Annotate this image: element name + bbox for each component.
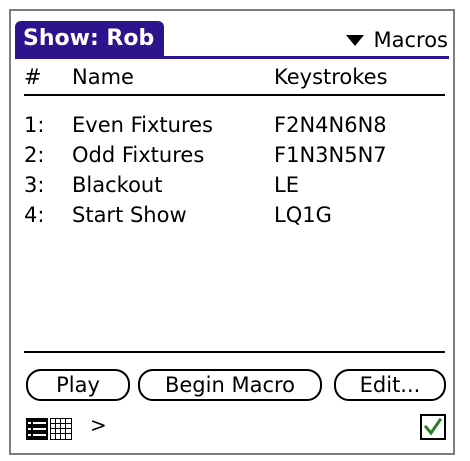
column-header-name: Name: [72, 65, 134, 89]
edit-button[interactable]: Edit...: [334, 369, 446, 401]
table-row[interactable]: 4: Start Show LQ1G: [24, 200, 444, 230]
header-divider: [24, 94, 445, 96]
play-button[interactable]: Play: [26, 369, 130, 401]
row-keystrokes: LE: [274, 173, 299, 197]
table-row[interactable]: 3: Blackout LE: [24, 170, 444, 200]
row-number: 4:: [24, 203, 45, 227]
begin-macro-button[interactable]: Begin Macro: [138, 369, 322, 401]
column-header-keystrokes: Keystrokes: [274, 65, 388, 89]
title-underline: [15, 56, 449, 59]
checkmark-icon: [423, 417, 443, 436]
column-header-number: #: [24, 65, 42, 89]
table-header: # Name Keystrokes: [24, 62, 444, 92]
table-row[interactable]: 2: Odd Fixtures F1N3N5N7: [24, 140, 444, 170]
row-name: Even Fixtures: [72, 113, 213, 137]
list-view-icon[interactable]: [26, 418, 48, 440]
row-number: 2:: [24, 143, 45, 167]
table-row[interactable]: 1: Even Fixtures F2N4N6N8: [24, 110, 444, 140]
row-keystrokes: F1N3N5N7: [274, 143, 387, 167]
row-number: 3:: [24, 173, 45, 197]
row-name: Start Show: [72, 203, 187, 227]
row-name: Odd Fixtures: [72, 143, 205, 167]
row-keystrokes: F2N4N6N8: [274, 113, 387, 137]
row-keystrokes: LQ1G: [274, 203, 332, 227]
row-name: Blackout: [72, 173, 163, 197]
row-number: 1:: [24, 113, 45, 137]
app-title: Show: Rob: [15, 21, 165, 56]
grid-view-icon[interactable]: [50, 418, 72, 440]
confirm-checkbox[interactable]: [420, 414, 446, 440]
menu-trigger-label: Macros: [373, 28, 449, 52]
dropdown-triangle-icon: [345, 34, 364, 46]
chevron-right-icon[interactable]: >: [90, 412, 107, 438]
list-bottom-divider: [24, 351, 445, 353]
macros-menu-trigger[interactable]: Macros: [345, 25, 449, 55]
